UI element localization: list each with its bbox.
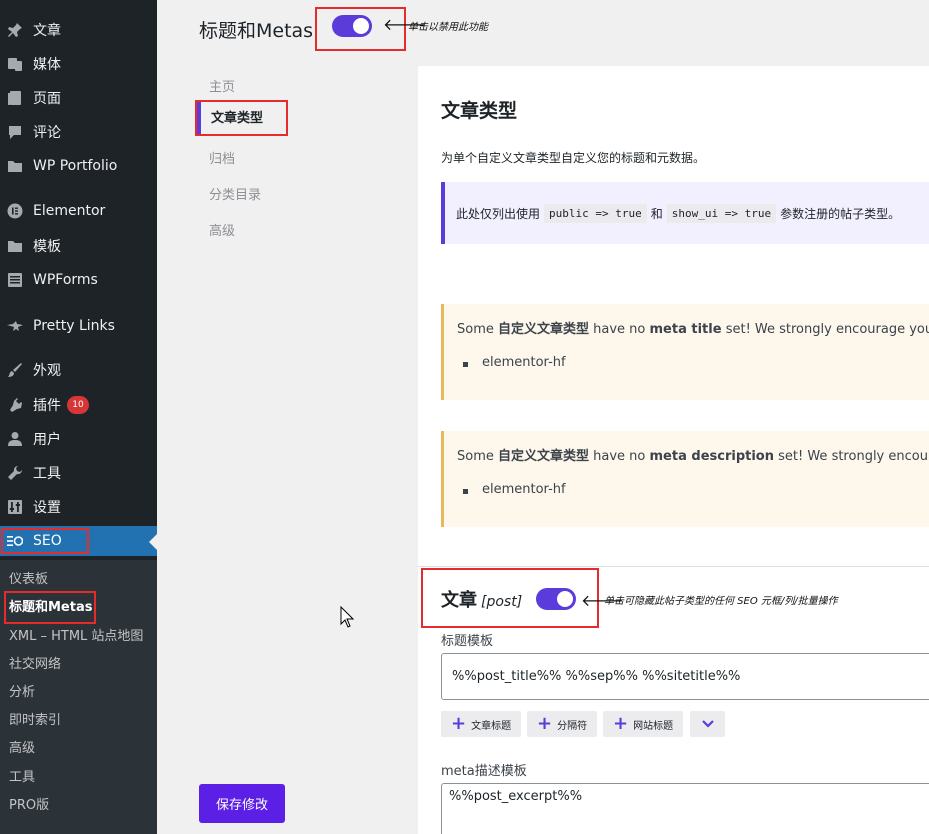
sidebar-item-users[interactable]: 用户 — [0, 424, 157, 454]
info-text: 此处仅列出使用 — [456, 206, 541, 221]
more-tags-button[interactable] — [690, 711, 725, 737]
meta-description-label: meta描述模板 — [441, 764, 527, 779]
plugin-icon — [7, 397, 23, 413]
update-count-badge: 10 — [67, 396, 89, 414]
code-public: public => true — [544, 203, 647, 223]
warning-text: Some 自定义文章类型 have no meta title set! We … — [457, 322, 929, 337]
tag-label: 文章标题 — [471, 720, 512, 732]
user-icon — [7, 431, 23, 447]
title-template-input[interactable]: %%post_title%% %%sep%% %%sitetitle%% — [441, 653, 929, 700]
meta-description-textarea[interactable]: %%post_excerpt%% — [441, 783, 929, 834]
plus-icon: + — [613, 713, 629, 734]
sidebar-item-posts[interactable]: 文章 — [0, 15, 157, 45]
sidebar-item-wpforms[interactable]: WPForms — [0, 265, 157, 295]
submenu-item-pro[interactable]: PRO版 — [9, 793, 49, 819]
save-button[interactable]: 保存修改 — [199, 784, 285, 823]
media-icon — [7, 56, 23, 72]
sidebar-item-label: 用户 — [33, 432, 61, 448]
sidebar-item-label: 模板 — [33, 239, 61, 255]
sidebar-item-label: 评论 — [33, 125, 61, 141]
sidebar-item-wp-portfolio[interactable]: WP Portfolio — [0, 151, 157, 181]
warning-notice-title: Some 自定义文章类型 have no meta title set! We … — [441, 304, 929, 400]
warning-list-item: elementor-hf — [482, 355, 566, 370]
submenu-item-tools[interactable]: 工具 — [9, 765, 35, 791]
highlight-box — [421, 568, 599, 628]
info-notice: 此处仅列出使用 public => true 和 show_ui => true… — [441, 182, 929, 244]
submenu-item-analytics[interactable]: 分析 — [9, 680, 35, 706]
info-text: 参数注册的帖子类型。 — [780, 206, 901, 221]
warning-text: Some 自定义文章类型 have no meta description se… — [457, 449, 929, 464]
folder-icon — [7, 238, 23, 254]
section-heading: 文章类型 — [441, 100, 518, 122]
chevron-down-icon — [701, 720, 714, 728]
toggle-hint: 单击以禁用此功能 — [408, 22, 488, 33]
sidebar-item-label: WP Portfolio — [33, 158, 118, 174]
settings-icon — [7, 499, 23, 515]
nav-taxonomies[interactable]: 分类目录 — [209, 184, 261, 203]
sidebar-item-elementor[interactable]: Elementor — [0, 196, 157, 226]
sidebar-item-label: 外观 — [33, 363, 61, 379]
nav-archives[interactable]: 归档 — [209, 148, 235, 167]
sidebar-item-comments[interactable]: 评论 — [0, 117, 157, 147]
submenu-item-social[interactable]: 社交网络 — [9, 652, 61, 678]
sidebar-item-settings[interactable]: 设置 — [0, 492, 157, 522]
folder-icon — [7, 158, 23, 174]
sidebar-item-pretty-links[interactable]: Pretty Links — [0, 311, 157, 341]
tag-label: 网站标题 — [633, 720, 674, 732]
title-template-label: 标题模板 — [441, 634, 494, 649]
submenu-item-advanced[interactable]: 高级 — [9, 736, 35, 762]
highlight-box — [195, 100, 288, 136]
comment-icon — [7, 124, 23, 140]
sidebar-item-templates[interactable]: 模板 — [0, 231, 157, 261]
nav-home[interactable]: 主页 — [209, 76, 235, 95]
settings-panel: 文章类型 为单个自定义文章类型自定义您的标题和元数据。 此处仅列出使用 publ… — [418, 66, 929, 834]
section-description: 为单个自定义文章类型自定义您的标题和元数据。 — [441, 151, 706, 165]
sidebar-item-pages[interactable]: 页面 — [0, 83, 157, 113]
sidebar-item-appearance[interactable]: 外观 — [0, 355, 157, 385]
brush-icon — [7, 362, 23, 378]
post-type-toggle-hint: 单击可隐藏此帖子类型的任何 SEO 元框/列/批量操作 — [604, 596, 838, 607]
warning-list-item: elementor-hf — [482, 482, 566, 497]
sidebar-item-label: Elementor — [33, 203, 106, 219]
sidebar-item-media[interactable]: 媒体 — [0, 49, 157, 79]
plus-icon: + — [451, 713, 467, 734]
sidebar-item-label: 工具 — [33, 466, 61, 482]
sidebar-item-label: 文章 — [33, 23, 61, 39]
sidebar-item-label: 媒体 — [33, 57, 61, 73]
submenu-item-sitemap[interactable]: XML – HTML 站点地图 — [9, 624, 143, 650]
sidebar-item-tools[interactable]: 工具 — [0, 458, 157, 488]
sidebar-item-label: 设置 — [33, 500, 61, 516]
bullet — [463, 489, 468, 494]
wrench-icon — [7, 465, 23, 481]
sidebar-item-label: Pretty Links — [33, 318, 115, 334]
divider — [418, 566, 929, 567]
elementor-icon — [7, 203, 23, 219]
info-text: 和 — [650, 206, 663, 221]
bullet — [463, 362, 468, 367]
highlight-box — [4, 591, 96, 624]
nav-advanced[interactable]: 高级 — [209, 220, 235, 239]
submenu-item-dashboard[interactable]: 仪表板 — [9, 567, 48, 593]
sidebar-item-plugins[interactable]: 插件 10 — [0, 390, 157, 420]
code-show-ui: show_ui => true — [666, 203, 777, 223]
submenu-item-instant-indexing[interactable]: 即时索引 — [9, 708, 61, 734]
add-site-title-tag-button[interactable]: + 网站标题 — [603, 711, 684, 737]
form-icon — [7, 272, 23, 288]
plus-icon: + — [537, 713, 553, 734]
page-title: 标题和Metas — [199, 20, 314, 42]
tag-label: 分隔符 — [557, 720, 588, 732]
sidebar-item-label: WPForms — [33, 272, 98, 288]
add-separator-tag-button[interactable]: + 分隔符 — [527, 711, 598, 737]
highlight-box — [1, 528, 89, 554]
admin-sidebar: 文章 媒体 页面 评论 WP Portfolio Elementor 模板 WP… — [0, 0, 157, 834]
warning-notice-description: Some 自定义文章类型 have no meta description se… — [441, 431, 929, 527]
sidebar-item-label: 页面 — [33, 91, 61, 107]
add-post-title-tag-button[interactable]: + 文章标题 — [441, 711, 522, 737]
pin-icon — [7, 22, 23, 38]
submenu-item-more[interactable]: ... — [9, 821, 21, 834]
sidebar-item-label: 插件 — [33, 398, 61, 414]
mouse-cursor-icon — [340, 606, 354, 628]
page-icon — [7, 90, 23, 106]
star-link-icon — [7, 318, 23, 334]
